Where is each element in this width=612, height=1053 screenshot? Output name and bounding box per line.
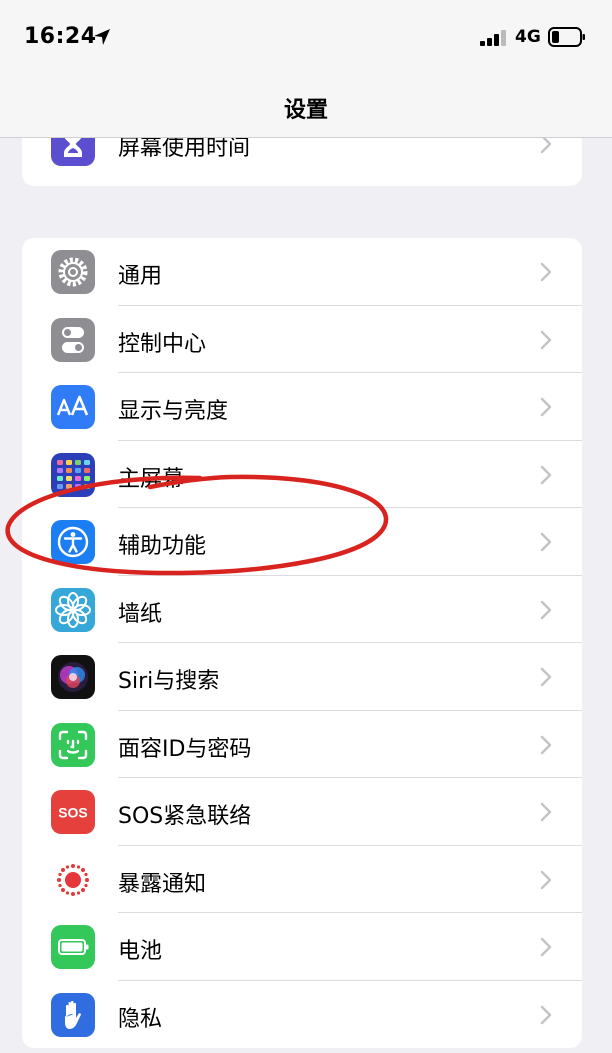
row-label: 显示与亮度	[118, 399, 229, 424]
row-general[interactable]: 通用	[22, 238, 582, 306]
accessibility-icon	[51, 520, 95, 564]
chevron-right-icon	[540, 1005, 552, 1024]
face-id-icon	[51, 722, 95, 767]
row-sos[interactable]: SOS SOS紧急联络	[22, 778, 582, 846]
row-label: 电池	[118, 939, 163, 964]
status-bar: 16:24 4G	[0, 0, 612, 76]
row-home-screen[interactable]: 主屏幕	[22, 441, 582, 508]
row-face-id-passcode[interactable]: 面容ID与密码	[22, 711, 582, 778]
network-type: 4G	[515, 27, 541, 47]
siri-icon	[51, 655, 95, 699]
chevron-right-icon	[540, 735, 552, 754]
row-label: 面容ID与密码	[118, 736, 252, 762]
settings-group-main: 通用 控制中心 显示与亮度 主屏幕 辅助功能 墙纸 Siri与搜索 面容ID与密…	[22, 238, 582, 1048]
chevron-right-icon	[540, 330, 552, 349]
row-display-brightness[interactable]: 显示与亮度	[22, 373, 582, 441]
status-time: 16:24	[24, 24, 97, 49]
row-siri-search[interactable]: Siri与搜索	[22, 643, 582, 711]
chevron-right-icon	[540, 532, 552, 552]
hand-icon	[51, 992, 95, 1037]
toggles-icon	[51, 317, 95, 362]
row-label: 辅助功能	[118, 534, 207, 559]
row-label: Siri与搜索	[118, 669, 220, 694]
location-arrow-icon	[94, 29, 110, 45]
chevron-right-icon	[540, 870, 552, 889]
svg-text:SOS: SOS	[58, 805, 88, 821]
row-battery[interactable]: 电池	[22, 913, 582, 981]
chevron-right-icon	[540, 667, 552, 687]
chevron-right-icon	[540, 802, 552, 822]
chevron-right-icon	[540, 262, 552, 282]
chevron-right-icon	[540, 937, 552, 957]
battery-icon	[51, 925, 95, 969]
exposure-notification-icon	[51, 857, 95, 902]
settings-screen: 16:24 4G 屏幕使用时间 设置 通用 控制中心 显示与亮度 主屏幕 辅助功…	[0, 0, 612, 1053]
row-exposure-notification[interactable]: 暴露通知	[22, 846, 582, 913]
chevron-right-icon	[540, 600, 552, 619]
chevron-right-icon	[540, 397, 552, 417]
nav-bar: 设置	[0, 76, 612, 138]
cellular-signal-icon	[480, 30, 506, 46]
row-label: 隐私	[118, 1006, 163, 1032]
gear-icon	[51, 250, 95, 294]
text-size-icon	[51, 385, 95, 429]
row-label: 暴露通知	[118, 871, 207, 897]
row-wallpaper[interactable]: 墙纸	[22, 576, 582, 643]
chevron-right-icon	[540, 465, 552, 484]
row-control-center[interactable]: 控制中心	[22, 306, 582, 373]
row-label: 通用	[118, 264, 163, 289]
row-label: 墙纸	[118, 601, 163, 627]
row-label: SOS紧急联络	[118, 804, 252, 829]
row-accessibility[interactable]: 辅助功能	[22, 508, 582, 576]
sos-icon: SOS	[51, 790, 95, 834]
page-title: 设置	[283, 98, 328, 123]
flower-icon	[51, 587, 95, 632]
row-label: 主屏幕	[118, 466, 185, 492]
row-privacy[interactable]: 隐私	[22, 981, 582, 1049]
battery-status-icon	[548, 27, 585, 47]
app-grid-icon	[51, 452, 95, 497]
row-label: 控制中心	[118, 331, 207, 357]
